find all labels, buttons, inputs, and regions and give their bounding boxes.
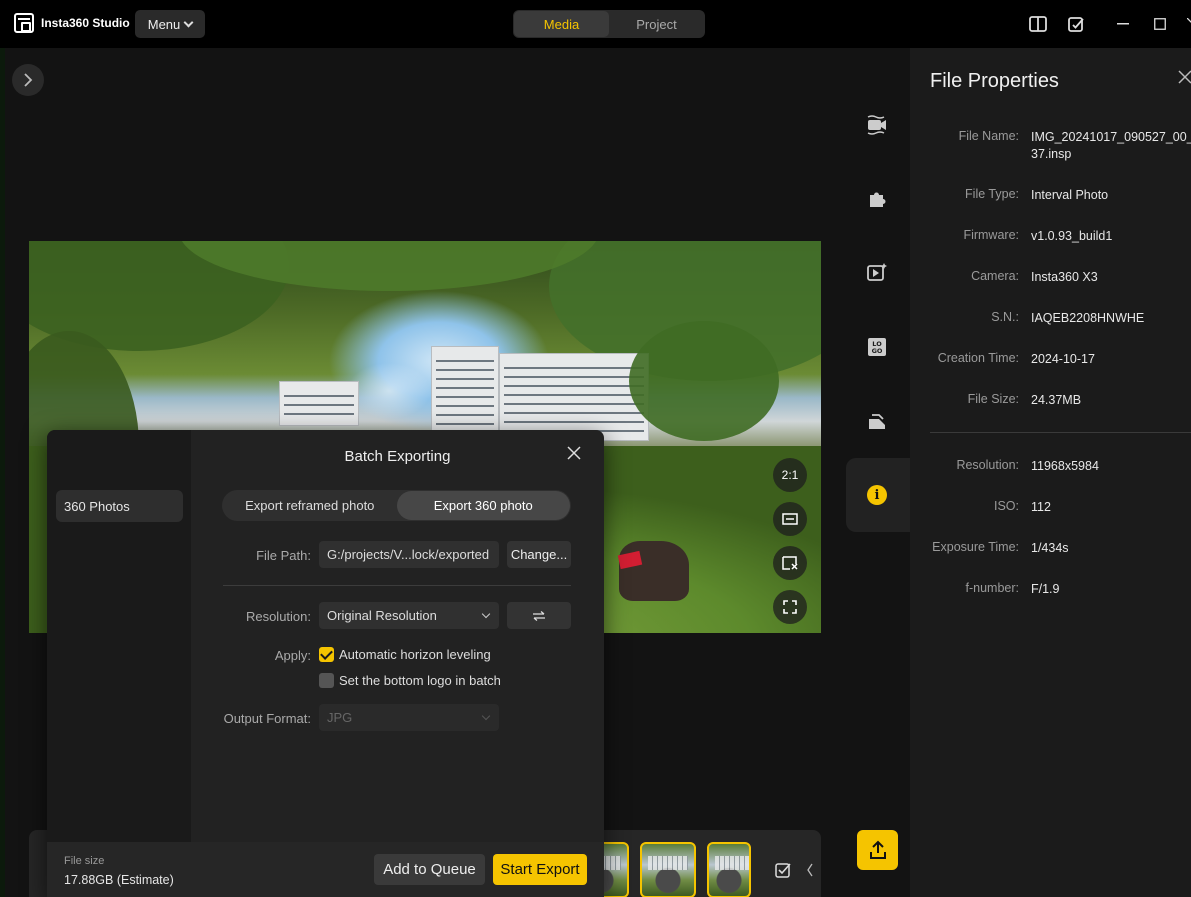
logo-icon[interactable]: LO GO	[864, 334, 890, 360]
batch-export-dialog: 360 Photos Batch Exporting Export refram…	[47, 430, 604, 897]
menu-label: Menu	[147, 16, 181, 32]
app-title: Insta360 Studio	[41, 16, 130, 30]
chevron-down-icon	[481, 711, 491, 721]
left-edge	[0, 48, 5, 897]
menu-button[interactable]: Menu	[135, 10, 205, 38]
change-path-button[interactable]: Change...	[507, 541, 571, 568]
start-export-button[interactable]: Start Export	[493, 854, 587, 885]
thumbnail[interactable]	[707, 842, 751, 897]
export-button[interactable]	[857, 830, 898, 870]
dialog-title: Batch Exporting	[344, 448, 451, 465]
close-window-icon[interactable]	[1182, 14, 1191, 34]
select-checkbox-icon[interactable]	[775, 862, 791, 883]
fit-width-icon[interactable]	[773, 502, 807, 536]
dialog-sidebar: 360 Photos	[47, 430, 191, 897]
resolution-value: Original Resolution	[327, 608, 437, 623]
resolution-select[interactable]: Original Resolution	[319, 602, 499, 629]
chevron-right-icon	[24, 73, 33, 87]
output-format-value: JPG	[327, 710, 353, 725]
mode-switch: Media Project	[513, 10, 705, 38]
dialog-footer: File size 17.88GB (Estimate) Add to Queu…	[47, 842, 604, 897]
tab-media[interactable]: Media	[514, 11, 609, 37]
app-window: Insta360 Studio Menu Media Project 2:1 L…	[0, 0, 1191, 897]
add-to-queue-button[interactable]: Add to Queue	[374, 854, 485, 885]
clapper-icon	[14, 13, 34, 33]
chevron-down-icon	[183, 17, 194, 27]
maximize-icon[interactable]	[1150, 14, 1170, 34]
export-mode-tabs: Export reframed photo Export 360 photo	[222, 490, 571, 521]
divider	[930, 432, 1191, 433]
sparkle-video-icon[interactable]	[864, 259, 890, 285]
camera-icon[interactable]	[864, 112, 890, 138]
close-panel-icon[interactable]	[1178, 70, 1191, 90]
file-properties-panel: File Properties File Name: IMG_20241017_0…	[910, 48, 1191, 897]
expand-sidebar-button[interactable]	[12, 64, 44, 96]
file-path-field[interactable]: G:/projects/V...lock/exported	[319, 541, 499, 568]
puzzle-icon[interactable]	[864, 186, 890, 212]
resolution-label: Resolution:	[245, 609, 311, 624]
divider	[223, 585, 571, 586]
horizon-leveling-label: Automatic horizon leveling	[339, 647, 491, 662]
horizon-leveling-checkbox[interactable]	[319, 647, 334, 662]
svg-text:GO: GO	[872, 347, 883, 355]
book-icon[interactable]	[1028, 14, 1048, 34]
fullscreen-icon[interactable]	[773, 590, 807, 624]
title-bar: Insta360 Studio Menu Media Project	[0, 0, 1191, 48]
sidebar-item-360-photos[interactable]: 360 Photos	[56, 490, 183, 522]
tab-export-reframed[interactable]: Export reframed photo	[223, 491, 397, 520]
crop-icon[interactable]	[773, 546, 807, 580]
swap-icon	[533, 610, 545, 621]
file-size-label: File size	[64, 855, 105, 867]
tab-export-360[interactable]: Export 360 photo	[396, 491, 570, 520]
aspect-ratio-button[interactable]: 2:1	[773, 458, 807, 492]
output-format-label: Output Format:	[223, 711, 311, 726]
file-path-label: File Path:	[256, 548, 311, 563]
close-icon[interactable]	[567, 446, 587, 466]
output-format-select[interactable]: JPG	[319, 704, 499, 731]
minimize-icon[interactable]	[1113, 14, 1133, 34]
apply-label: Apply:	[274, 648, 311, 663]
bottom-logo-label: Set the bottom logo in batch	[339, 673, 501, 688]
swap-resolution-button[interactable]	[507, 602, 571, 629]
info-icon[interactable]: i	[864, 482, 890, 508]
tab-project[interactable]: Project	[609, 11, 704, 37]
upload-icon	[869, 840, 886, 859]
app-logo: Insta360 Studio	[14, 13, 130, 33]
chevron-down-icon	[481, 609, 491, 619]
file-size-value: 17.88GB (Estimate)	[64, 873, 174, 887]
layers-icon[interactable]	[864, 408, 890, 434]
thumbnail[interactable]	[640, 842, 696, 897]
chevron-left-icon[interactable]	[806, 862, 814, 883]
bottom-logo-checkbox[interactable]	[319, 673, 334, 688]
panel-title: File Properties	[930, 70, 1059, 92]
feedback-icon[interactable]	[1066, 14, 1086, 34]
